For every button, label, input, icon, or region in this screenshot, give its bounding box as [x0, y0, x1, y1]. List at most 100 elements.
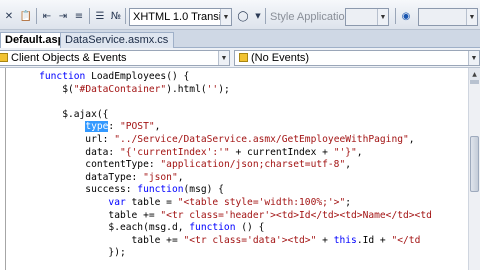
indent-icon[interactable]: ⇥	[56, 9, 70, 23]
code-token: function	[137, 184, 184, 196]
format-list-icon[interactable]: ☰	[93, 9, 107, 23]
code-token: success:	[16, 184, 138, 196]
code-token: ;	[345, 196, 352, 208]
outdent-icon[interactable]: ⇤	[40, 9, 54, 23]
object-combo-value: Client Objects & Events	[11, 52, 127, 64]
navigation-bar: Client Objects & Events ▼ (No Events) ▼	[0, 48, 480, 68]
code-editor[interactable]: function LoadEmployees() { $("#DataConta…	[0, 68, 468, 270]
code-token: "<tr class='header'><td>Id</td><td>Name<…	[160, 209, 432, 221]
object-combo[interactable]: Client Objects & Events ▼	[0, 50, 230, 66]
code-token: "{'currentIndex':'"	[119, 146, 230, 158]
code-line[interactable]: success: function(msg) {	[16, 184, 468, 197]
code-token: var	[108, 196, 126, 208]
code-token: "'}"	[333, 146, 357, 158]
chevron-down-icon[interactable]: ▼	[377, 9, 388, 25]
chevron-down-icon[interactable]: ▼	[218, 51, 229, 65]
code-line[interactable]: $("#DataContainer").html('');	[16, 84, 468, 97]
code-line[interactable]	[16, 96, 468, 109]
doctype-combo[interactable]: XHTML 1.0 Transition: ▼	[129, 8, 232, 26]
event-icon	[239, 53, 248, 62]
code-token: "#DataContainer"	[73, 83, 167, 95]
doctype-combo-value: XHTML 1.0 Transition:	[133, 11, 232, 23]
code-line[interactable]: contentType: "application/json;charset=u…	[16, 159, 468, 172]
code-token: table =	[125, 196, 178, 208]
code-token: this	[333, 234, 357, 246]
tab-dataservice-asmx-cs[interactable]: DataService.asmx.cs	[60, 32, 175, 48]
code-line[interactable]: table += "<tr class='header'><td>Id</td>…	[16, 210, 468, 223]
code-token: LoadEmployees() {	[85, 71, 190, 82]
outlining-margin	[0, 68, 12, 270]
code-line[interactable]: dataType: "json",	[16, 172, 468, 185]
outline-line	[5, 68, 6, 270]
scrollbar-thumb[interactable]	[470, 136, 479, 192]
style-application-label: Style Application:	[270, 11, 354, 23]
dropdown-icon[interactable]: ▼	[251, 9, 265, 23]
code-token: .Id +	[356, 234, 392, 246]
align-icon[interactable]: ≡	[72, 9, 86, 23]
validation-icon[interactable]: ◯	[236, 9, 250, 23]
object-icon	[0, 53, 8, 62]
code-token: ).html(	[166, 83, 207, 95]
code-token: ,	[154, 121, 161, 133]
code-token: "json"	[143, 171, 178, 183]
event-combo-value: (No Events)	[251, 52, 310, 64]
code-token: "</td	[391, 234, 421, 246]
code-token: (msg) {	[183, 184, 224, 196]
chevron-down-icon[interactable]: ▼	[220, 9, 231, 25]
code-line[interactable]: url: "../Service/DataService.asmx/GetEmp…	[16, 134, 468, 147]
code-token: function	[189, 222, 236, 234]
code-token: +	[316, 234, 334, 246]
vertical-scrollbar[interactable]: ▲	[468, 68, 480, 270]
code-token: $(	[16, 83, 74, 95]
code-text[interactable]: function LoadEmployees() { $("#DataConta…	[16, 71, 468, 270]
code-token: function	[39, 71, 86, 82]
chevron-down-icon[interactable]: ▼	[468, 51, 479, 65]
chevron-down-icon[interactable]: ▼	[466, 9, 477, 25]
code-token: $.each(msg.d,	[16, 222, 190, 234]
numbered-list-icon[interactable]: №	[109, 9, 123, 23]
code-line[interactable]: var table = "<table style='width:100%;'>…	[16, 197, 468, 210]
code-token: "application/json;charset=utf-8"	[160, 159, 346, 171]
code-line[interactable]: $.ajax({	[16, 109, 468, 122]
split-handle[interactable]	[470, 80, 479, 84]
code-token: ,	[177, 171, 184, 183]
code-token: + currentIndex +	[229, 146, 334, 158]
scroll-up-icon[interactable]: ▲	[469, 68, 480, 80]
code-token: contentType:	[16, 159, 161, 171]
code-token: data:	[16, 146, 120, 158]
code-line[interactable]: });	[16, 247, 468, 260]
code-token: "POST"	[119, 121, 155, 133]
toolbar-separator	[125, 8, 126, 24]
code-line[interactable]: $.each(msg.d, function () {	[16, 222, 468, 235]
event-combo[interactable]: (No Events) ▼	[234, 50, 480, 66]
paste-icon[interactable]: 📋	[19, 9, 33, 23]
code-token: });	[16, 247, 126, 259]
selected-text: type	[85, 121, 109, 133]
toolbar-separator	[36, 8, 37, 24]
code-token: "<tr class='data'><td>"	[183, 234, 317, 246]
code-line[interactable]: function LoadEmployees() {	[16, 71, 468, 84]
code-line[interactable]	[16, 260, 468, 270]
code-line[interactable]: type: "POST",	[16, 121, 468, 134]
toolbar-separator	[395, 8, 396, 24]
code-token: :	[108, 121, 120, 133]
code-line[interactable]: table += "<tr class='data'><td>" + this.…	[16, 235, 468, 248]
toolbar-separator	[265, 8, 266, 24]
code-token: () {	[235, 222, 265, 234]
style-application-combo[interactable]: ▼	[345, 8, 389, 26]
code-line[interactable]: data: "{'currentIndex':'" + currentIndex…	[16, 147, 468, 160]
code-token: dataType:	[16, 171, 144, 183]
code-token: ,	[345, 159, 352, 171]
code-token: url:	[16, 133, 115, 145]
browser-icon[interactable]: ◉	[399, 9, 413, 23]
code-token: table +=	[16, 209, 161, 221]
code-token: );	[218, 83, 230, 95]
delete-icon[interactable]: ✕	[2, 9, 16, 23]
code-token: $.ajax({	[16, 108, 109, 120]
style-combo[interactable]: ▼	[418, 8, 478, 26]
code-token: ''	[206, 83, 219, 95]
code-token: ,	[408, 133, 415, 145]
